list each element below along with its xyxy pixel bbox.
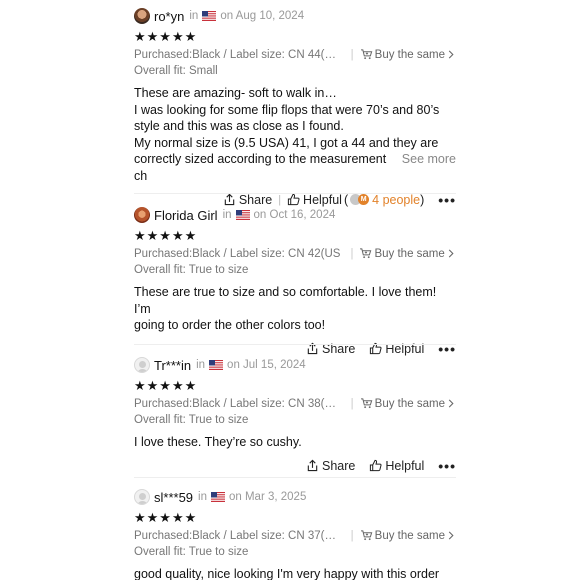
overall-fit: Overall fit: True to size — [134, 414, 249, 426]
purchase-info: Purchased:Black / Label size: CN 42(US |… — [134, 245, 456, 262]
more-options-icon[interactable]: ••• — [438, 458, 456, 474]
purchase-info: Purchased:Black / Label size: CN 38(US… … — [134, 395, 456, 412]
buy-the-same-label: Buy the same — [374, 48, 445, 61]
review-header: Tr***in in on Jul 15, 2024 — [134, 354, 456, 376]
review-line: style and this was as close as I found. — [134, 119, 344, 134]
thumbs-up-icon — [369, 459, 382, 472]
reviewer-name[interactable]: ro*yn — [154, 9, 184, 24]
review-header: sl***59 in on Mar 3, 2025 — [134, 486, 456, 508]
review-actions: Share Helpful ••• — [134, 455, 456, 477]
purchase-info: Purchased:Black / Label size: CN 44(US 1… — [134, 46, 456, 63]
buy-the-same-label: Buy the same — [374, 247, 445, 260]
review-header: ro*yn in on Aug 10, 2024 — [134, 5, 456, 27]
cart-icon — [359, 248, 372, 259]
avatar[interactable] — [134, 357, 150, 373]
chevron-right-icon — [448, 399, 454, 408]
share-label: Share — [322, 458, 356, 473]
reviewer-name[interactable]: Tr***in — [154, 358, 191, 373]
buy-the-same-button[interactable]: Buy the same — [360, 398, 456, 410]
buy-the-same-button[interactable]: Buy the same — [360, 49, 456, 61]
us-flag-icon — [209, 360, 223, 370]
chevron-right-icon — [448, 531, 454, 540]
review-date: on Aug 10, 2024 — [220, 10, 305, 22]
review-card: sl***59 in on Mar 3, 2025 ★★★★★ Purchase… — [134, 486, 456, 580]
overall-fit: Overall fit: True to size — [134, 546, 249, 558]
review-text: good quality, nice looking I'm very happ… — [134, 566, 456, 580]
share-button[interactable]: Share — [306, 459, 355, 473]
review-line: I was looking for some flip flops that w… — [134, 102, 440, 117]
star-rating: ★★★★★ — [134, 29, 198, 44]
avatar[interactable] — [134, 207, 150, 223]
review-card: Florida Girl in on Oct 16, 2024 ★★★★★ Pu… — [134, 204, 456, 360]
avatar[interactable] — [134, 8, 150, 24]
review-header: Florida Girl in on Oct 16, 2024 — [134, 204, 456, 226]
in-label: in — [189, 10, 199, 22]
star-rating: ★★★★★ — [134, 228, 198, 243]
meta-divider: | — [350, 247, 354, 260]
review-line: good quality, nice looking I'm very happ… — [134, 567, 440, 580]
avatar[interactable] — [134, 489, 150, 505]
share-icon — [306, 459, 319, 472]
review-text: These are amazing- soft to walk in… I wa… — [134, 85, 456, 185]
review-line: correctly sized according to the measure… — [134, 151, 456, 184]
buy-the-same-label: Buy the same — [374, 397, 445, 410]
reviewer-name[interactable]: sl***59 — [154, 490, 193, 505]
review-divider — [134, 477, 456, 478]
purchased-variant: Purchased:Black / Label size: CN 38(US… — [134, 397, 341, 410]
us-flag-icon — [236, 210, 250, 220]
review-line-truncated: correctly sized according to the measure… — [134, 152, 387, 183]
review-line: These are amazing- soft to walk in… — [134, 86, 337, 100]
buy-the-same-button[interactable]: Buy the same — [360, 530, 456, 542]
star-rating: ★★★★★ — [134, 510, 198, 525]
us-flag-icon — [202, 11, 216, 21]
in-label: in — [222, 209, 232, 221]
in-label: in — [198, 491, 207, 503]
review-divider — [134, 344, 456, 345]
cart-icon — [360, 530, 373, 541]
meta-divider: | — [350, 397, 354, 410]
meta-divider: | — [350, 529, 354, 542]
cart-icon — [360, 398, 373, 409]
review-text: These are true to size and so comfortabl… — [134, 284, 456, 334]
review-date: on Jul 15, 2024 — [227, 359, 306, 371]
review-date: on Mar 3, 2025 — [228, 491, 307, 503]
cart-icon — [360, 49, 373, 60]
see-more-link[interactable]: See more — [402, 151, 456, 184]
review-card: ro*yn in on Aug 10, 2024 ★★★★★ Purchased… — [134, 5, 456, 211]
buy-the-same-button[interactable]: Buy the same — [359, 248, 455, 260]
review-line: going to order the other colors too! — [134, 318, 326, 333]
purchased-variant: Purchased:Black / Label size: CN 42(US — [134, 247, 341, 260]
purchased-variant: Purchased:Black / Label size: CN 37(US 6… — [134, 529, 341, 542]
helpful-button[interactable]: Helpful — [369, 459, 424, 473]
purchase-info: Purchased:Black / Label size: CN 37(US 6… — [134, 527, 456, 544]
buy-the-same-label: Buy the same — [374, 529, 445, 542]
chevron-right-icon — [448, 249, 454, 258]
star-rating: ★★★★★ — [134, 378, 198, 393]
review-date: on Oct 16, 2024 — [253, 209, 336, 221]
helpful-label: Helpful — [385, 458, 425, 473]
overall-fit: Overall fit: Small — [134, 65, 218, 77]
reviewer-name[interactable]: Florida Girl — [154, 208, 218, 223]
review-card: Tr***in in on Jul 15, 2024 ★★★★★ Purchas… — [134, 354, 456, 477]
purchased-variant: Purchased:Black / Label size: CN 44(US 1… — [134, 48, 341, 61]
review-text: I love these. They’re so cushy. — [134, 434, 456, 451]
us-flag-icon — [211, 492, 225, 502]
review-line: My normal size is (9.5 USA) 41, I got a … — [134, 135, 439, 150]
meta-divider: | — [350, 48, 354, 61]
review-line: I love these. They’re so cushy. — [134, 435, 302, 449]
in-label: in — [196, 359, 206, 371]
review-divider — [134, 193, 456, 194]
chevron-right-icon — [448, 50, 454, 59]
overall-fit: Overall fit: True to size — [134, 264, 249, 276]
review-line: These are true to size and so comfortabl… — [134, 285, 437, 316]
